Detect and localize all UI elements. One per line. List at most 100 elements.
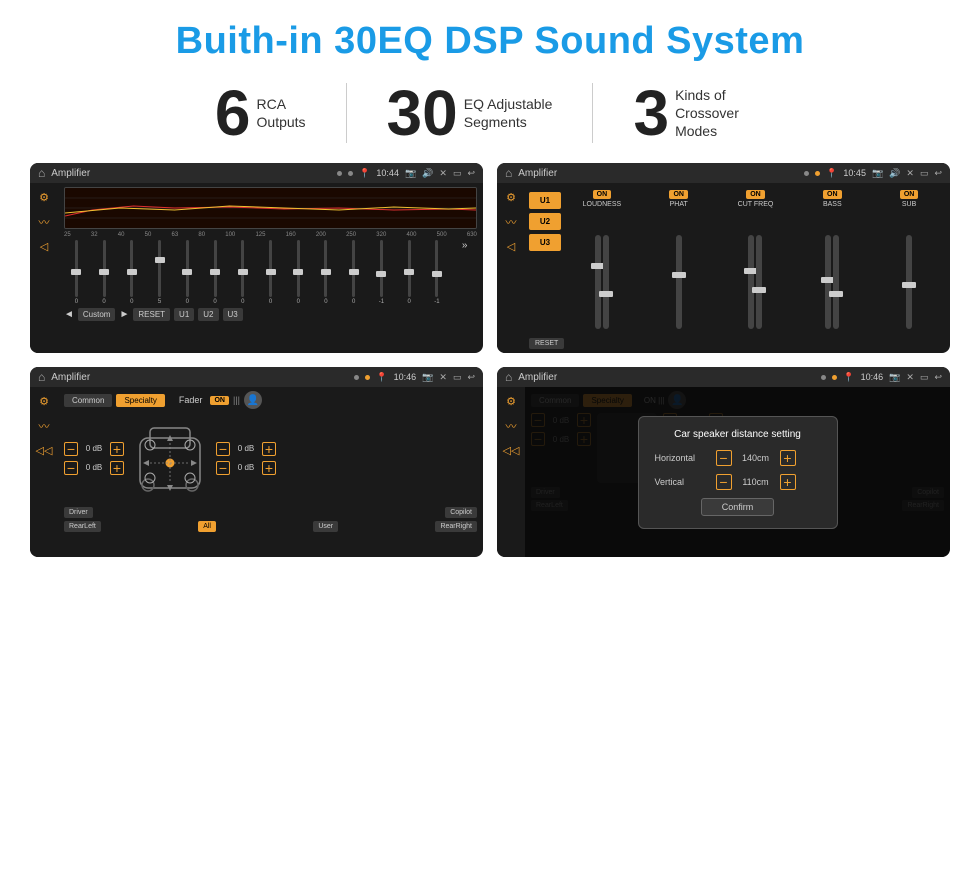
screen4-home-icon[interactable]: ⌂ <box>505 370 512 384</box>
u1-button[interactable]: U1 <box>529 192 561 209</box>
vol-rl-minus[interactable]: − <box>64 461 78 475</box>
eq-prev-btn[interactable]: ◄ <box>64 309 74 320</box>
eq-u1-btn[interactable]: U1 <box>174 308 194 321</box>
amp-reset-btn[interactable]: RESET <box>529 338 564 349</box>
eq-slider-4[interactable]: 5 <box>147 240 172 305</box>
rearleft-btn[interactable]: RearLeft <box>64 521 101 532</box>
copilot-btn[interactable]: Copilot <box>445 507 477 518</box>
screen1-eq-icon[interactable]: ⚙ <box>39 191 49 204</box>
eq-slider-11[interactable]: 0 <box>341 240 366 305</box>
bass-toggle[interactable]: ON <box>823 190 842 199</box>
horizontal-plus-btn[interactable]: + <box>780 450 796 466</box>
screen3-eq-icon[interactable]: ⚙ <box>39 395 49 408</box>
eq-slider-more[interactable]: » <box>452 240 477 305</box>
rearright-btn[interactable]: RearRight <box>435 521 477 532</box>
eq-slider-6[interactable]: 0 <box>203 240 228 305</box>
user-btn[interactable]: User <box>313 521 338 532</box>
screen4-back-icon[interactable]: ↩ <box>934 372 942 383</box>
screen2-wave-icon[interactable]: 〰 <box>506 214 517 230</box>
screen2-vol-left-icon[interactable]: ◁ <box>507 240 515 253</box>
screen4-eq-icon[interactable]: ⚙ <box>506 395 516 408</box>
loudness-slider-2[interactable] <box>603 235 609 329</box>
vol-rr-plus[interactable]: + <box>262 461 276 475</box>
vol-rr-minus[interactable]: − <box>216 461 230 475</box>
common-tab[interactable]: Common <box>64 394 112 407</box>
specialty-tab[interactable]: Specialty <box>116 394 164 407</box>
bass-slider-1[interactable] <box>825 235 831 329</box>
eq-slider-5[interactable]: 0 <box>175 240 200 305</box>
screen4-dot1 <box>821 375 826 380</box>
fader-toggle[interactable]: ON <box>210 396 229 405</box>
dialog-horizontal-row: Horizontal − 140cm + <box>655 450 821 466</box>
sub-toggle[interactable]: ON <box>900 190 919 199</box>
u3-button[interactable]: U3 <box>529 234 561 251</box>
eq-slider-12[interactable]: -1 <box>369 240 394 305</box>
confirm-button[interactable]: Confirm <box>701 498 775 516</box>
eq-slider-3[interactable]: 0 <box>119 240 144 305</box>
eq-slider-13[interactable]: 0 <box>397 240 422 305</box>
freq-25: 25 <box>64 232 71 238</box>
eq-slider-10[interactable]: 0 <box>314 240 339 305</box>
screen4-app-title: Amplifier <box>518 372 815 383</box>
screen3-back-icon[interactable]: ↩ <box>467 372 475 383</box>
cutfreq-toggle[interactable]: ON <box>746 190 765 199</box>
u-buttons: U1 U2 U3 <box>529 187 561 332</box>
vertical-minus-btn[interactable]: − <box>716 474 732 490</box>
eq-slider-2[interactable]: 0 <box>92 240 117 305</box>
screen2-app-title: Amplifier <box>518 168 798 179</box>
eq-slider-7[interactable]: 0 <box>230 240 255 305</box>
cutfreq-slider-2[interactable] <box>756 235 762 329</box>
eq-reset-btn[interactable]: RESET <box>133 308 170 321</box>
eq-slider-1[interactable]: 0 <box>64 240 89 305</box>
stat-crossover-label: Kinds ofCrossover Modes <box>675 86 765 141</box>
vol-fl-plus[interactable]: + <box>110 442 124 456</box>
screen3-main: Common Specialty Fader ON ||| 👤 − <box>58 387 483 557</box>
screen4-wave-icon[interactable]: 〰 <box>506 418 517 434</box>
screen2-eq-icon[interactable]: ⚙ <box>506 191 516 204</box>
loudness-toggle[interactable]: ON <box>593 190 612 199</box>
screen4-vol-left-icon[interactable]: ◁◁ <box>503 444 520 457</box>
vertical-plus-btn[interactable]: + <box>780 474 796 490</box>
u2-button[interactable]: U2 <box>529 213 561 230</box>
screen3-vol-left-icon[interactable]: ◁◁ <box>36 444 53 457</box>
screen2-back-icon[interactable]: ↩ <box>934 168 942 179</box>
eq-slider-14[interactable]: -1 <box>425 240 450 305</box>
screen4-statusbar: ⌂ Amplifier 📍 10:46 📷 ✕ ▭ ↩ <box>497 367 950 387</box>
horizontal-minus-btn[interactable]: − <box>716 450 732 466</box>
all-btn[interactable]: All <box>198 521 216 532</box>
freq-160: 160 <box>286 232 296 238</box>
sub-slider[interactable] <box>906 235 912 329</box>
vol-row-rr: − 0 dB + <box>216 461 276 475</box>
eq-u2-btn[interactable]: U2 <box>198 308 218 321</box>
screen4-location-icon: 📍 <box>843 372 854 383</box>
screen3-home-icon[interactable]: ⌂ <box>38 370 45 384</box>
cutfreq-slider-1[interactable] <box>748 235 754 329</box>
phat-toggle[interactable]: ON <box>669 190 688 199</box>
phat-slider[interactable] <box>676 235 682 329</box>
screen1-back-icon[interactable]: ↩ <box>467 168 475 179</box>
vol-fl-minus[interactable]: − <box>64 442 78 456</box>
freq-63: 63 <box>172 232 179 238</box>
screen1-left-icons: ⚙ 〰 ◁ <box>30 183 58 353</box>
car-svg <box>130 413 210 503</box>
vol-fr-minus[interactable]: − <box>216 442 230 456</box>
screen1-wave-icon[interactable]: 〰 <box>39 214 50 230</box>
driver-btn[interactable]: Driver <box>64 507 93 518</box>
vol-rl-plus[interactable]: + <box>110 461 124 475</box>
profile-icon[interactable]: 👤 <box>244 391 262 409</box>
screen1-home-icon[interactable]: ⌂ <box>38 166 45 180</box>
loudness-slider-1[interactable] <box>595 235 601 329</box>
screen1-x-icon: ✕ <box>439 168 447 179</box>
screen2-home-icon[interactable]: ⌂ <box>505 166 512 180</box>
eq-u3-btn[interactable]: U3 <box>223 308 243 321</box>
eq-next-btn[interactable]: ► <box>119 309 129 320</box>
screen3-wave-icon[interactable]: 〰 <box>39 418 50 434</box>
eq-custom-btn[interactable]: Custom <box>78 308 116 321</box>
screen4-content: ⚙ 〰 ◁◁ Common Specialty ON ||| 👤 <box>497 387 950 557</box>
bass-slider-2[interactable] <box>833 235 839 329</box>
eq-slider-9[interactable]: 0 <box>286 240 311 305</box>
eq-slider-8[interactable]: 0 <box>258 240 283 305</box>
screen1-vol-left-icon[interactable]: ◁ <box>40 240 48 253</box>
screen1-rect-icon: ▭ <box>453 168 462 179</box>
vol-fr-plus[interactable]: + <box>262 442 276 456</box>
